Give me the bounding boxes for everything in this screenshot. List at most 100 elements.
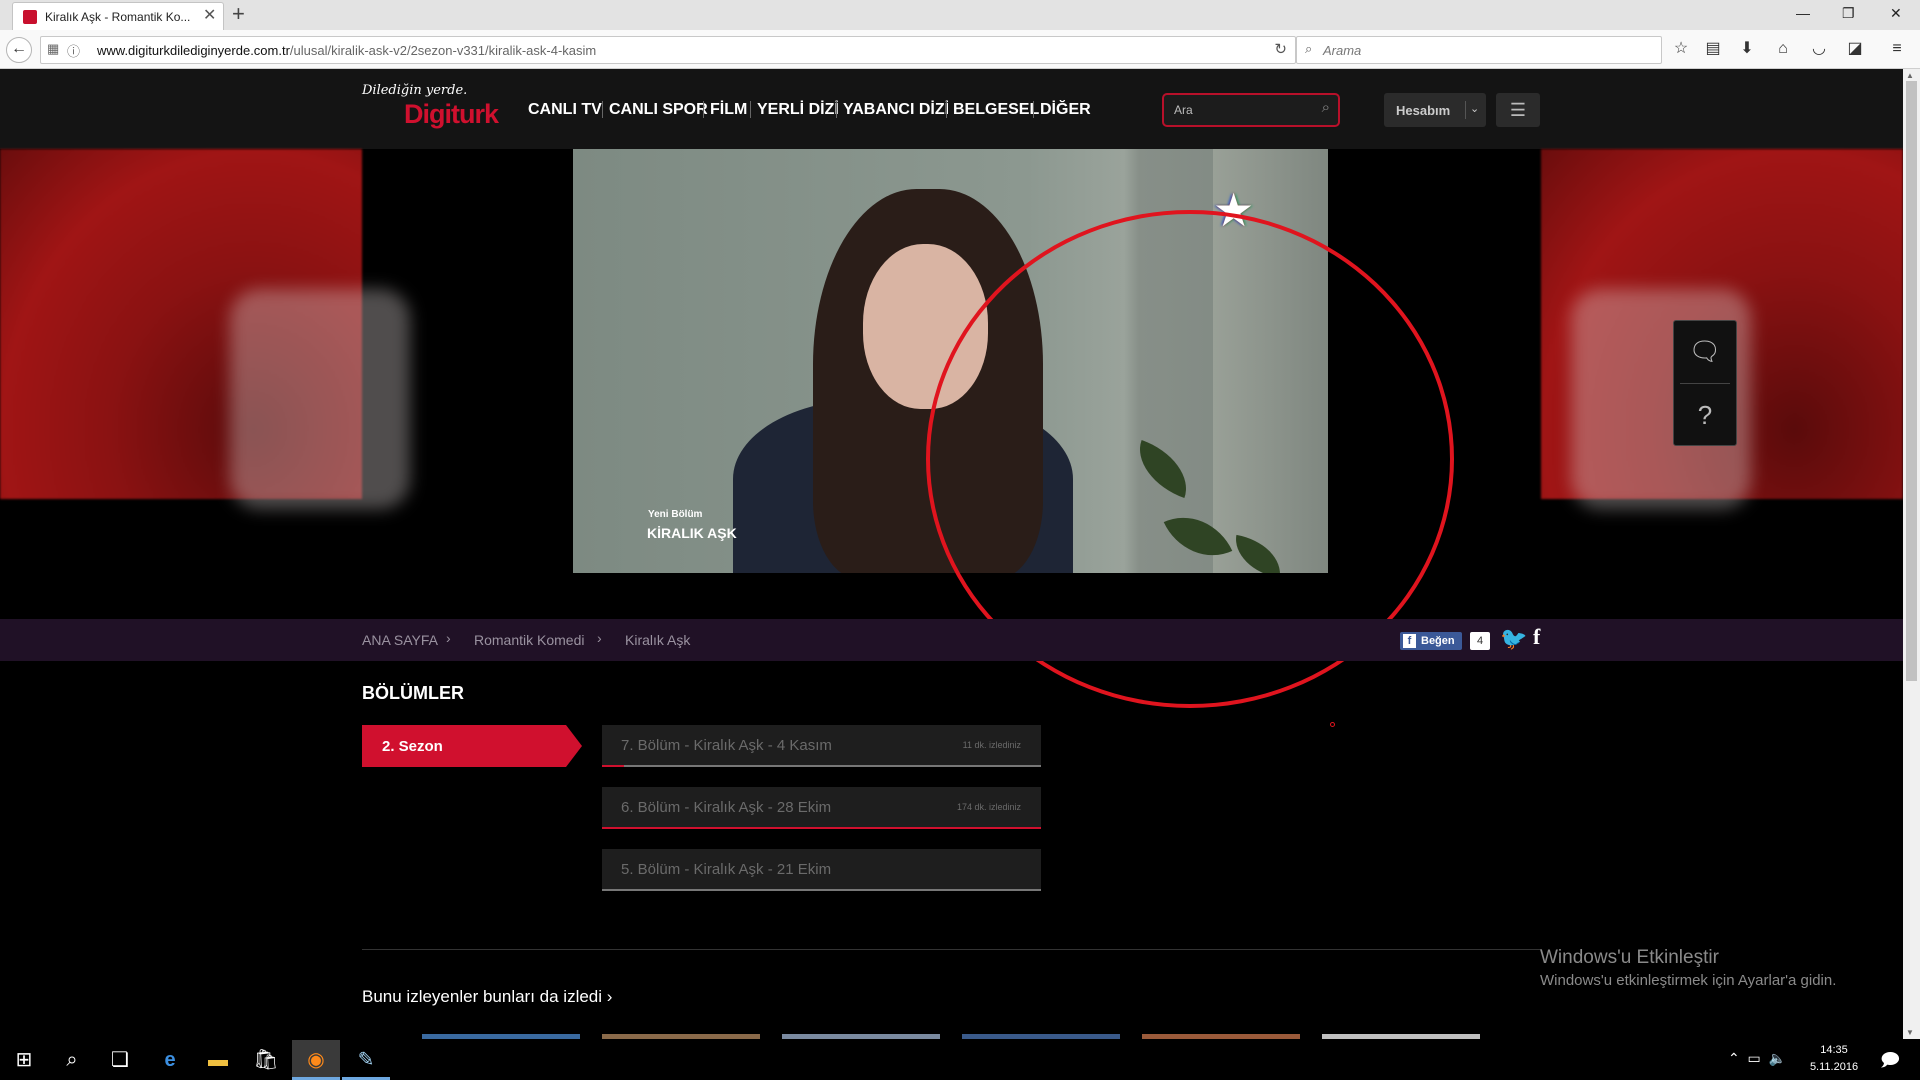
- episode-progress: [602, 827, 1041, 829]
- episode-title: 7. Bölüm - Kiralık Aşk - 4 Kasım: [621, 737, 832, 754]
- episode-watched: 11 dk. izlediniz: [962, 740, 1021, 750]
- digiturk-logo[interactable]: Dilediğin yerde. Digiturk: [362, 83, 499, 135]
- episodes-heading: BÖLÜMLER: [362, 683, 464, 703]
- logo-brand: Digiturk: [404, 99, 499, 129]
- page-info-icon[interactable]: ▦: [47, 41, 59, 57]
- window-close-button[interactable]: ✕: [1890, 5, 1902, 22]
- taskbar-clock[interactable]: 14:35 5.11.2016: [1802, 1042, 1866, 1076]
- recommendation-thumbnail[interactable]: [782, 1034, 940, 1039]
- season-tab[interactable]: 2. Sezon: [362, 725, 582, 767]
- facebook-share-icon[interactable]: f: [1533, 624, 1540, 650]
- info-icon[interactable]: ⓘ: [67, 41, 80, 60]
- clock-time: 14:35: [1820, 1044, 1848, 1056]
- web-page: Dilediğin yerde. Digiturk CANLI TV CANLI…: [0, 69, 1903, 1039]
- nav-yerli-dizi[interactable]: YERLİ DİZİ: [757, 101, 839, 119]
- episode-item[interactable]: 7. Bölüm - Kiralık Aşk - 4 Kasım 11 dk. …: [602, 725, 1041, 767]
- episode-title: 6. Bölüm - Kiralık Aşk - 28 Ekim: [621, 799, 832, 816]
- site-favicon-icon: [23, 10, 37, 24]
- video-overlay-subtitle: Yeni Bölüm: [648, 509, 703, 520]
- tab-title: Kiralık Aşk - Romantik Ko...: [45, 10, 191, 24]
- recommendation-thumbnail[interactable]: [602, 1034, 760, 1039]
- side-tools-panel: 🗨 ?: [1673, 320, 1737, 446]
- clock-date: 5.11.2016: [1809, 1061, 1859, 1073]
- episode-title: 5. Bölüm - Kiralık Aşk - 21 Ekim: [621, 861, 832, 878]
- facebook-icon: f: [1403, 634, 1416, 648]
- breadcrumb-home[interactable]: ANA SAYFA: [362, 632, 438, 648]
- windows-taskbar: ⊞ ⌕ ❏ e ▬ 🛍 ◉ ✎ ⌃ ▭ 🔈 14:35 5.11.2016 🗩: [0, 1040, 1920, 1080]
- menu-icon[interactable]: ≡: [1886, 38, 1908, 60]
- scrollbar-thumb[interactable]: [1906, 81, 1917, 681]
- extension-icon[interactable]: ◪: [1844, 38, 1866, 60]
- paint-app-icon[interactable]: ✎: [342, 1040, 390, 1080]
- site-search-input[interactable]: Ara ⌕: [1162, 93, 1340, 127]
- chevron-right-icon: ›: [597, 630, 602, 646]
- home-icon[interactable]: ⌂: [1772, 38, 1794, 60]
- firefox-icon[interactable]: ◉: [292, 1040, 340, 1080]
- chevron-right-icon: ›: [606, 987, 613, 1006]
- browser-tab[interactable]: Kiralık Aşk - Romantik Ko... ✕: [12, 2, 224, 31]
- maximize-button[interactable]: ❐: [1842, 5, 1855, 22]
- facebook-like-button[interactable]: f Beğen: [1400, 632, 1462, 650]
- nav-separator: [1033, 101, 1034, 118]
- nav-diger[interactable]: DİĞER: [1040, 101, 1091, 119]
- new-tab-button[interactable]: +: [232, 3, 245, 25]
- recommendation-thumbnail[interactable]: [962, 1034, 1120, 1039]
- video-overlay-title: KİRALIK AŞK: [647, 525, 737, 541]
- browser-search-bar[interactable]: ⌕ Arama: [1296, 36, 1662, 64]
- nav-separator: [836, 101, 837, 118]
- recommendation-thumbnail[interactable]: [1142, 1034, 1300, 1039]
- reload-icon[interactable]: ↻: [1274, 40, 1287, 58]
- recommendation-thumbnail[interactable]: [422, 1034, 580, 1039]
- account-menu-button[interactable]: Hesabım ⌄: [1384, 93, 1486, 127]
- site-header: [0, 69, 1903, 149]
- like-label: Beğen: [1421, 635, 1455, 647]
- nav-yabanci-dizi[interactable]: YABANCI DİZİ: [843, 101, 949, 119]
- chat-bubbles-icon[interactable]: 🗨: [1674, 321, 1736, 381]
- url-text: www.digiturkdilediginyerde.com.tr/ulusal…: [97, 43, 596, 58]
- back-button[interactable]: ←: [6, 37, 32, 63]
- user-list-icon[interactable]: ☰: [1496, 93, 1540, 127]
- pocket-icon[interactable]: ◡: [1808, 38, 1830, 60]
- blur-shape: [230, 289, 410, 509]
- twitter-icon[interactable]: 🐦: [1500, 626, 1527, 652]
- store-icon[interactable]: 🛍: [242, 1040, 290, 1080]
- tools-divider: [1680, 383, 1730, 384]
- breadcrumb: [0, 619, 1903, 661]
- address-bar[interactable]: ▦ ⓘ www.digiturkdilediginyerde.com.tr/ul…: [40, 36, 1296, 64]
- nav-canli-spor[interactable]: CANLI SPOR: [609, 101, 708, 119]
- nav-canli-tv[interactable]: CANLI TV: [528, 101, 602, 119]
- minimize-button[interactable]: —: [1796, 5, 1810, 21]
- nav-separator: [946, 101, 947, 118]
- also-watched-label: Bunu izleyenler bunları da izledi: [362, 987, 603, 1006]
- notification-icon[interactable]: 🗩: [1870, 1040, 1910, 1080]
- browser-tab-bar: Kiralık Aşk - Romantik Ko... ✕ + — ❐ ✕: [0, 0, 1920, 31]
- season-label: 2. Sezon: [382, 738, 443, 755]
- episode-item[interactable]: 6. Bölüm - Kiralık Aşk - 28 Ekim 174 dk.…: [602, 787, 1041, 829]
- file-explorer-icon[interactable]: ▬: [194, 1040, 242, 1080]
- task-view-icon[interactable]: ❏: [96, 1040, 144, 1080]
- scroll-down-icon[interactable]: ▼: [1906, 1028, 1914, 1037]
- nav-belgesel[interactable]: BELGESEL: [953, 101, 1039, 119]
- edge-browser-icon[interactable]: e: [146, 1040, 194, 1080]
- nav-film[interactable]: FİLM: [710, 101, 747, 119]
- search-icon[interactable]: ⌕: [48, 1040, 96, 1080]
- reading-list-icon[interactable]: ▤: [1702, 38, 1724, 60]
- tab-close-icon[interactable]: ✕: [203, 8, 216, 24]
- episode-item[interactable]: 5. Bölüm - Kiralık Aşk - 21 Ekim: [602, 849, 1041, 891]
- help-icon[interactable]: ?: [1674, 385, 1736, 445]
- start-windows-icon[interactable]: ⊞: [0, 1040, 48, 1080]
- scroll-up-icon[interactable]: ▲: [1906, 71, 1914, 80]
- recommendation-thumbnail[interactable]: [1322, 1034, 1480, 1039]
- breadcrumb-category[interactable]: Romantik Komedi: [474, 632, 585, 648]
- page-scrollbar[interactable]: ▲ ▼: [1903, 69, 1920, 1039]
- bookmark-star-icon[interactable]: ☆: [1670, 38, 1692, 60]
- also-watched-heading[interactable]: Bunu izleyenler bunları da izledi ›: [362, 987, 612, 1007]
- breadcrumb-current[interactable]: Kiralık Aşk: [625, 632, 690, 648]
- url-path: /ulusal/kiralik-ask-v2/2sezon-v331/kiral…: [289, 43, 597, 58]
- account-divider: [1465, 101, 1466, 119]
- search-icon[interactable]: ⌕: [1322, 99, 1330, 116]
- downloads-icon[interactable]: ⬇: [1736, 38, 1758, 60]
- browser-search-placeholder: Arama: [1323, 43, 1362, 58]
- site-search-placeholder: Ara: [1174, 103, 1193, 117]
- system-tray[interactable]: ⌃ ▭ 🔈: [1728, 1050, 1786, 1067]
